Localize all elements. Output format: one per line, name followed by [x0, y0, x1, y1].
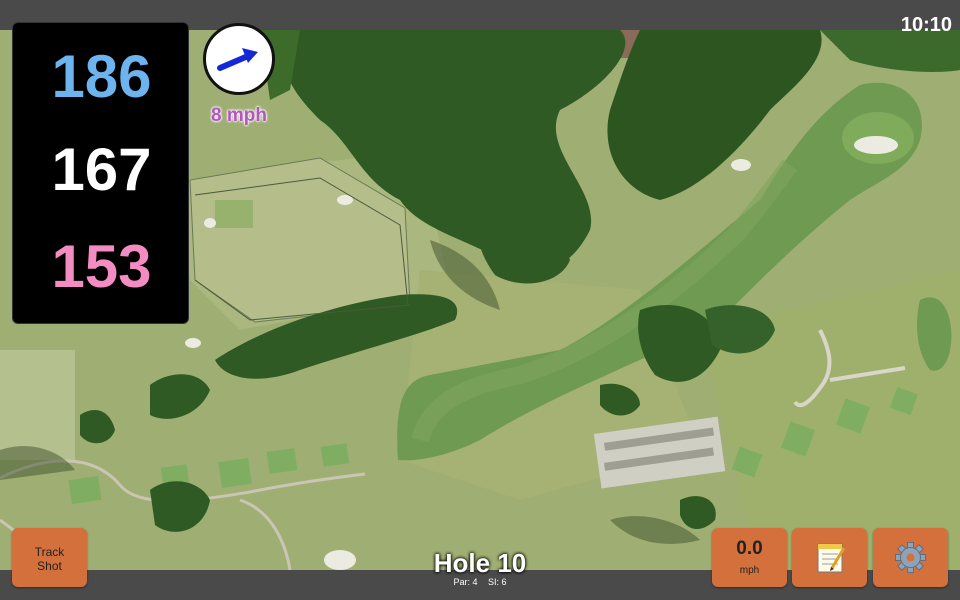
- distance-middle-of-green: 167: [51, 136, 152, 203]
- track-shot-button[interactable]: Track Shot: [12, 528, 87, 587]
- hole-title: Hole 10: [433, 548, 527, 578]
- distance-back-of-green: 186: [51, 43, 152, 110]
- speed-button[interactable]: 0.0 mph: [712, 528, 787, 587]
- distance-front-of-green: 153: [51, 233, 152, 300]
- notepad-icon: [817, 543, 846, 573]
- track-shot-label-line1: Track: [34, 545, 65, 559]
- golf-gps-screen: 10:10 186 167 153 8 mph Track Shot Hole …: [0, 0, 960, 600]
- wind-arrow-icon: [217, 48, 258, 71]
- wind-direction-indicator[interactable]: [203, 23, 275, 95]
- hole-stroke-index: SI: 6: [488, 577, 507, 587]
- notes-button[interactable]: [792, 528, 867, 587]
- hole-info: Par: 4 SI: 6: [380, 577, 580, 587]
- hole-par: Par: 4: [453, 577, 478, 587]
- gear-icon: [895, 542, 926, 573]
- track-shot-label-line2: Shot: [37, 559, 62, 573]
- speed-unit: mph: [739, 565, 760, 576]
- clock-time: 10:10: [900, 14, 952, 36]
- settings-button[interactable]: [873, 528, 948, 587]
- distance-panel[interactable]: 186 167 153: [12, 22, 189, 324]
- wind-speed-label: 8 mph: [211, 105, 267, 126]
- speed-value: 0.0: [736, 538, 763, 559]
